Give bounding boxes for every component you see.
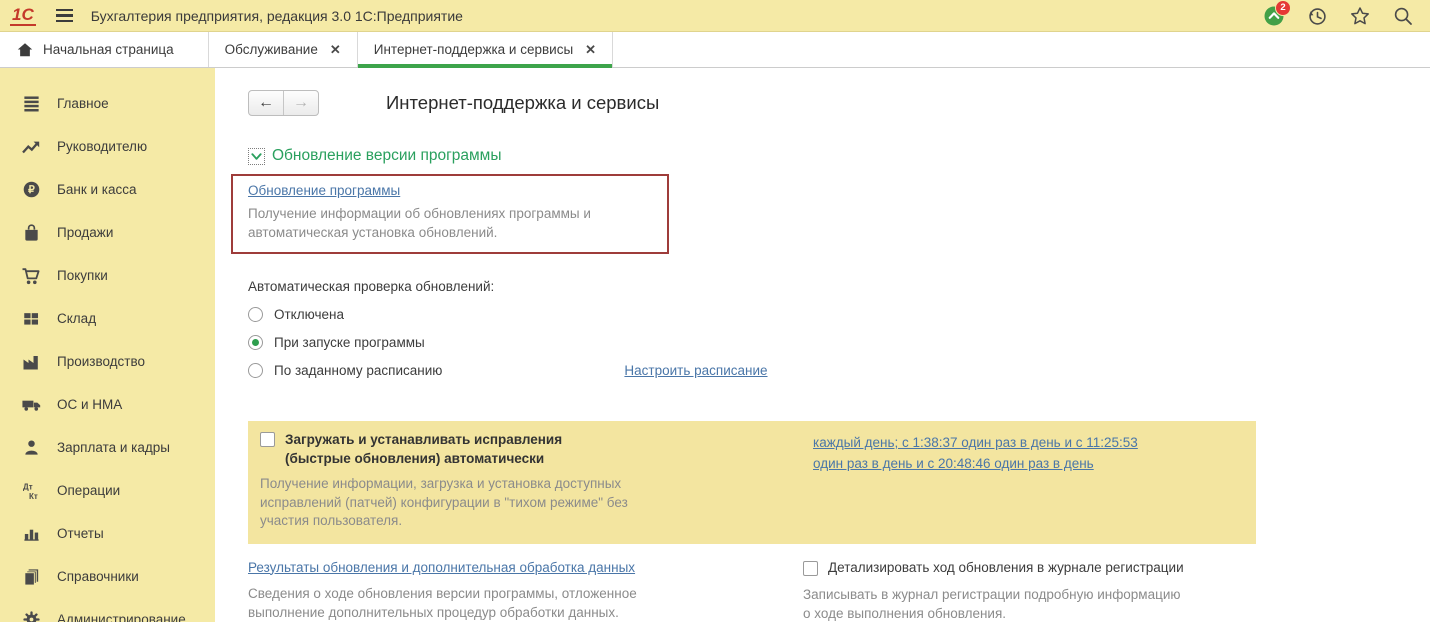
tab-bar: Начальная страница Обслуживание ✕ Интерн… — [0, 32, 1430, 68]
sidebar-item-label: Руководителю — [57, 139, 147, 154]
history-icon[interactable] — [1306, 5, 1328, 27]
radio-option-disabled[interactable]: Отключена — [248, 307, 1430, 322]
tab-home[interactable]: Начальная страница — [0, 32, 209, 67]
history-nav-buttons: ← → — [248, 90, 319, 116]
page-title: Интернет-поддержка и сервисы — [386, 92, 659, 114]
forward-button[interactable]: → — [283, 91, 318, 115]
grid-icon — [20, 309, 42, 329]
list-icon — [20, 94, 42, 114]
sidebar-item-label: Покупки — [57, 268, 108, 283]
svg-text:Кт: Кт — [29, 492, 38, 501]
detail-log-description: Записывать в журнал регистрации подробну… — [803, 585, 1184, 622]
sidebar-item-administrirovanie[interactable]: Администрирование — [0, 598, 215, 622]
sidebar-item-bank-i-kassa[interactable]: ₽ Банк и касса — [0, 168, 215, 211]
sidebar-item-prodazhi[interactable]: Продажи — [0, 211, 215, 254]
search-icon[interactable] — [1392, 5, 1414, 27]
svg-text:Дт: Дт — [23, 482, 33, 491]
radio-button — [248, 363, 263, 378]
app-topbar: 1С Бухгалтерия предприятия, редакция 3.0… — [0, 0, 1430, 32]
sidebar-item-label: Склад — [57, 311, 96, 326]
gear-icon — [20, 610, 42, 622]
topbar-icons: 2 — [1263, 5, 1430, 27]
close-icon[interactable]: ✕ — [330, 43, 341, 56]
section-header-update[interactable]: Обновление версии программы — [248, 147, 1430, 165]
sidebar-item-label: Справочники — [57, 569, 139, 584]
sidebar-item-sklad[interactable]: Склад — [0, 297, 215, 340]
sidebar-item-label: Операции — [57, 483, 120, 498]
svg-text:₽: ₽ — [28, 185, 35, 196]
tab-label: Обслуживание — [225, 42, 318, 57]
patch-auto-install-checkbox[interactable]: Загружать и устанавливать исправления (б… — [260, 431, 813, 468]
tab-label: Начальная страница — [43, 42, 174, 57]
sidebar-item-label: Главное — [57, 96, 109, 111]
detail-log-checkbox[interactable]: Детализировать ход обновления в журнале … — [803, 560, 1184, 576]
update-program-link[interactable]: Обновление программы — [248, 183, 400, 198]
bar-chart-icon — [20, 524, 42, 544]
patch-schedule-link[interactable]: каждый день; с 1:38:37 один раз в день и… — [813, 432, 1138, 474]
section-title: Обновление версии программы — [272, 147, 501, 165]
sidebar-item-label: Производство — [57, 354, 145, 369]
main-menu-icon[interactable] — [56, 9, 73, 22]
checkbox — [260, 432, 275, 447]
truck-icon — [20, 395, 42, 415]
update-program-description: Получение информации об обновлениях прог… — [248, 204, 651, 242]
sidebar-item-glavnoe[interactable]: Главное — [0, 82, 215, 125]
notifications-icon[interactable]: 2 — [1263, 5, 1285, 27]
form-internet-support: ← → Интернет-поддержка и сервисы Обновле… — [215, 68, 1430, 622]
auto-check-label: Автоматическая проверка обновлений: — [248, 279, 1430, 294]
app-title: Бухгалтерия предприятия, редакция 3.0 1С… — [91, 8, 463, 24]
radio-button — [248, 307, 263, 322]
back-button[interactable]: ← — [249, 91, 283, 115]
red-annotation-box: Обновление программы Получение информаци… — [231, 174, 669, 254]
person-icon — [20, 438, 42, 458]
radio-option-on-startup[interactable]: При запуске программы — [248, 335, 1430, 350]
notification-badge: 2 — [1275, 0, 1291, 16]
sidebar-item-label: Продажи — [57, 225, 113, 240]
ruble-coin-icon: ₽ — [20, 180, 42, 200]
shopping-cart-icon — [20, 266, 42, 286]
tab-obsluzhivanie[interactable]: Обслуживание ✕ — [209, 32, 358, 67]
close-icon[interactable]: ✕ — [585, 43, 596, 56]
sidebar-item-label: Банк и касса — [57, 182, 137, 197]
sidebar-item-label: Администрирование — [57, 612, 186, 622]
collapse-chevron-icon[interactable] — [248, 148, 265, 165]
patch-highlight-box: Загружать и устанавливать исправления (б… — [248, 421, 1256, 544]
tab-internet-podderzhka[interactable]: Интернет-поддержка и сервисы ✕ — [358, 32, 613, 67]
sidebar-item-otchety[interactable]: Отчеты — [0, 512, 215, 555]
home-icon — [16, 41, 34, 59]
sidebar-item-zarplata-i-kadry[interactable]: Зарплата и кадры — [0, 426, 215, 469]
checkbox — [803, 561, 818, 576]
sidebar-item-os-i-nma[interactable]: ОС и НМА — [0, 383, 215, 426]
update-results-description: Сведения о ходе обновления версии програ… — [248, 584, 803, 622]
factory-icon — [20, 352, 42, 372]
sidebar-item-rukovoditelyu[interactable]: Руководителю — [0, 125, 215, 168]
sidebar-item-pokupki[interactable]: Покупки — [0, 254, 215, 297]
radio-button — [248, 335, 263, 350]
trend-up-icon — [20, 137, 42, 157]
sidebar-item-spravochniki[interactable]: Справочники — [0, 555, 215, 598]
tab-label: Интернет-поддержка и сервисы — [374, 42, 573, 57]
dt-kt-icon: Дт Кт — [20, 481, 42, 501]
sidebar-item-operacii[interactable]: Дт Кт Операции — [0, 469, 215, 512]
favorites-star-icon[interactable] — [1349, 5, 1371, 27]
section-panel: Главное Руководителю ₽ Банк и касса — [0, 68, 215, 622]
shopping-bag-icon — [20, 223, 42, 243]
books-icon — [20, 567, 42, 587]
sidebar-item-proizvodstvo[interactable]: Производство — [0, 340, 215, 383]
update-results-link[interactable]: Результаты обновления и дополнительная о… — [248, 560, 635, 575]
sidebar-item-label: Отчеты — [57, 526, 104, 541]
1c-logo-icon: 1С — [10, 5, 36, 26]
sidebar-item-label: Зарплата и кадры — [57, 440, 170, 455]
patch-description: Получение информации, загрузка и установ… — [260, 475, 813, 531]
radio-option-by-schedule[interactable]: По заданному расписанию Настроить распис… — [248, 363, 1430, 378]
sidebar-item-label: ОС и НМА — [57, 397, 122, 412]
configure-schedule-link[interactable]: Настроить расписание — [624, 363, 767, 378]
